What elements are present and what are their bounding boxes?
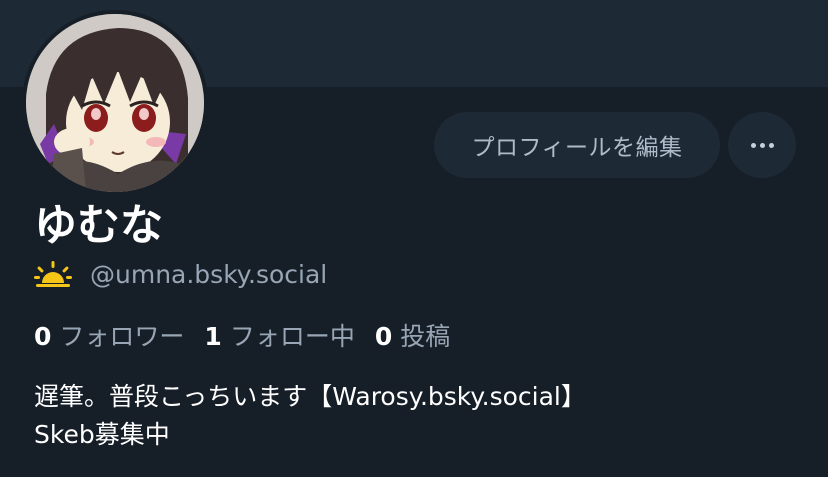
avatar[interactable] — [26, 14, 204, 192]
edit-profile-button[interactable]: プロフィールを編集 — [434, 112, 720, 178]
bio-line-2: Skeb募集中 — [34, 420, 170, 449]
handle-row: @umna.bsky.social — [34, 254, 327, 294]
profile-bio: 遅筆。普段こっちいます【Warosy.bsky.social】 Skeb募集中 — [34, 378, 586, 454]
stats-row: 0 フォロワー 1 フォロー中 0 投稿 — [34, 315, 470, 355]
bio-line-1: 遅筆。普段こっちいます【Warosy.bsky.social】 — [34, 382, 586, 411]
ellipsis-icon — [750, 142, 774, 148]
following-stat[interactable]: 1 フォロー中 — [204, 317, 354, 353]
sun-icon — [34, 261, 72, 287]
posts-stat: 0 投稿 — [375, 317, 450, 353]
posts-count: 0 — [374, 322, 393, 351]
edit-profile-label: プロフィールを編集 — [471, 135, 683, 161]
posts-label: 投稿 — [400, 322, 451, 351]
following-count: 1 — [204, 322, 222, 351]
following-label: フォロー中 — [229, 322, 355, 351]
followers-stat[interactable]: 0 フォロワー — [34, 317, 184, 353]
profile-page: プロフィールを編集 ゆむな @umna.bsky.social 0 フォロワー … — [0, 0, 828, 477]
avatar-illustration — [26, 14, 204, 192]
display-name: ゆむな — [34, 201, 163, 251]
followers-count: 0 — [34, 322, 52, 351]
more-options-button[interactable] — [728, 112, 796, 178]
followers-label: フォロワー — [59, 322, 185, 351]
user-handle[interactable]: @umna.bsky.social — [90, 260, 327, 289]
